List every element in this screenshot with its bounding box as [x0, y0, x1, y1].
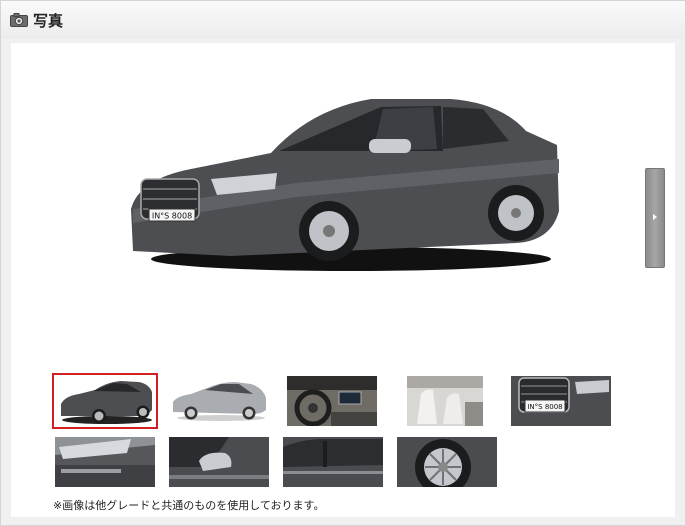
camera-icon	[10, 13, 28, 27]
thumbnail-grille-front[interactable]: IN°S 8008	[511, 376, 611, 426]
photo-viewer: IN°S 8008 IN°S 8008 ※画像は他グレードと共通のものを使用して…	[11, 43, 675, 517]
thumbnail-steering-wheel[interactable]	[287, 376, 377, 426]
thumbnail-side-silver[interactable]	[169, 376, 269, 426]
thumbnail-plate: IN°S 8008	[527, 403, 562, 411]
panel-header: 写真	[1, 1, 685, 39]
photo-panel: 写真 IN°S 8008 IN°S 8008 ※画像は他グレードと共通のものを使…	[0, 0, 686, 526]
main-car-photo: IN°S 8008	[131, 99, 559, 271]
thumbnail-wheel[interactable]	[397, 437, 497, 487]
thumbnail-side-mirror[interactable]	[169, 437, 269, 487]
chevron-right-icon	[653, 214, 657, 220]
thumbnail-front-three-quarter[interactable]	[52, 373, 158, 429]
main-photo-plate: IN°S 8008	[152, 212, 192, 221]
thumbnail-headlight[interactable]	[55, 437, 155, 487]
thumbnail-side-window[interactable]	[283, 437, 383, 487]
panel-title: 写真	[33, 12, 64, 30]
thumbnail-seats[interactable]	[407, 376, 483, 426]
image-disclaimer: ※画像は他グレードと共通のものを使用しております。	[53, 499, 325, 512]
next-photo-button[interactable]	[645, 168, 665, 268]
